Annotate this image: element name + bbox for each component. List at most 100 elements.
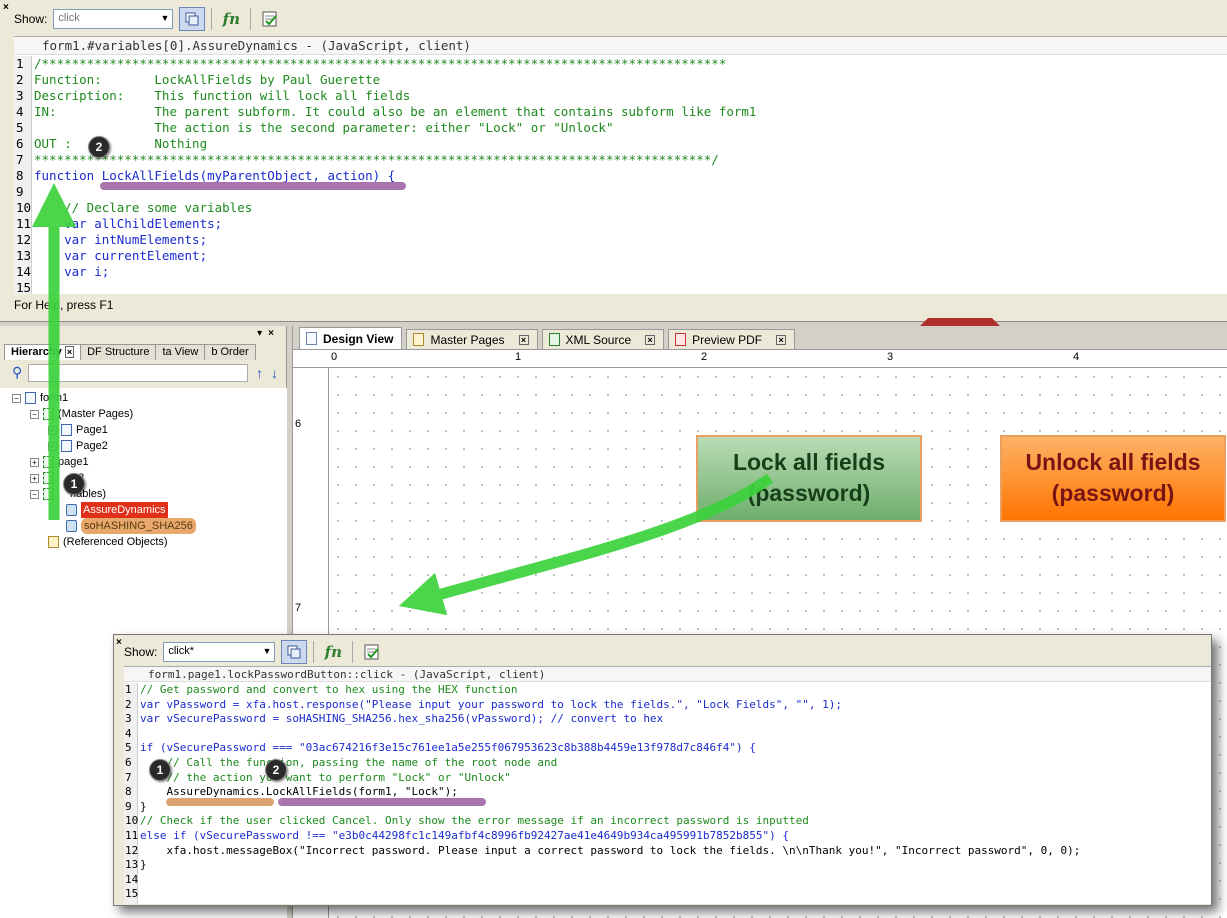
check-script-icon — [364, 644, 380, 660]
tab-pdf-structure[interactable]: DF Structure — [80, 344, 157, 360]
code-line: 13 var currentElement; — [14, 248, 207, 264]
lock-button-line1: Lock all fields — [732, 449, 886, 475]
code-line: 11 var allChildElements; — [14, 216, 222, 232]
top-code-area[interactable]: form1.#variables[0].AssureDynamics - (Ja… — [14, 36, 1227, 296]
code-line: 15 — [14, 280, 34, 296]
code-line: 14 var i; — [14, 264, 109, 280]
line-number: 3 — [16, 88, 24, 103]
expand-icon[interactable]: + — [30, 473, 39, 483]
tab-master-pages[interactable]: Master Pages × — [406, 329, 538, 349]
tree-node-label: (Referenced Objects) — [63, 536, 168, 548]
unlock-password-button[interactable]: Unlock all fields (password) — [1000, 435, 1226, 522]
tab-xml-source[interactable]: XML Source × — [541, 329, 665, 349]
collapse-icon[interactable]: − — [30, 409, 39, 419]
tab-hierarchy[interactable]: Hierarchy × — [4, 344, 82, 360]
line-number: 13 — [16, 248, 32, 263]
line-number: 10 — [16, 200, 32, 215]
tree-node-form1[interactable]: − form1 — [12, 390, 68, 406]
toolbar-separator — [313, 641, 315, 663]
code-line: 1 // Get password and convert to hex usin… — [124, 683, 518, 698]
code-text: /***************************************… — [34, 56, 727, 71]
close-icon[interactable]: × — [518, 334, 529, 345]
functions-button[interactable]: fn — [218, 7, 244, 31]
code-text: var vPassword = xfa.host.response("Pleas… — [140, 697, 842, 711]
line-number: 8 — [16, 168, 24, 183]
referenced-objects-icon — [48, 536, 59, 548]
code-text: var intNumElements; — [34, 232, 208, 247]
code-text: var vSecurePassword = soHASHING_SHA256.h… — [140, 712, 664, 726]
close-icon[interactable]: × — [3, 2, 9, 13]
close-icon[interactable]: × — [64, 346, 75, 358]
multi-event-button[interactable] — [179, 7, 206, 31]
check-syntax-button[interactable] — [359, 640, 385, 664]
multi-event-button[interactable] — [281, 640, 308, 664]
code-text: } — [140, 799, 147, 813]
top-editor-toolbar: Show: click ▼ fn — [14, 6, 283, 32]
panel-close-icon[interactable]: ▾× — [257, 328, 280, 339]
lock-password-button[interactable]: Lock all fields (password) — [696, 435, 922, 522]
code-text: Function: LockAllFields by Paul Guerette — [34, 72, 381, 87]
show-event-select[interactable]: click ▼ — [53, 9, 174, 29]
arrow-up-icon[interactable]: ↑ — [256, 365, 263, 381]
splitter-handle[interactable] — [920, 318, 1000, 326]
tree-node-referenced-objects[interactable]: (Referenced Objects) — [48, 534, 168, 550]
unlock-button-line1: Unlock all fields — [1025, 449, 1201, 475]
top-script-editor: × Show: click ▼ fn form1.#variables[0].A… — [0, 0, 1227, 322]
page-icon — [61, 440, 72, 452]
search-input[interactable] — [28, 364, 248, 382]
code-line: 4 IN: The parent subform. It could also b… — [14, 104, 756, 120]
show-label: Show: — [14, 12, 48, 26]
tab-data-view[interactable]: ta View — [155, 344, 206, 360]
code-text: // the action you want to perform "Lock"… — [140, 770, 511, 784]
collapse-icon[interactable]: − — [12, 393, 21, 403]
tree-node-sohashing[interactable]: soHASHING_SHA256 — [66, 518, 196, 534]
tab-tab-order[interactable]: b Order — [204, 344, 256, 360]
tree-node-page1-master[interactable]: + Page1 — [48, 422, 108, 438]
close-icon[interactable]: × — [116, 637, 122, 648]
tab-label: XML Source — [565, 332, 632, 347]
code-text: var currentElement; — [34, 248, 208, 263]
tab-design-view[interactable]: Design View — [299, 327, 403, 349]
arrow-down-icon[interactable]: ↓ — [271, 365, 278, 381]
tab-preview-pdf[interactable]: Preview PDF × — [668, 329, 796, 349]
script-object-icon — [66, 504, 77, 516]
code-text: var i; — [34, 264, 110, 279]
collapse-icon[interactable]: − — [30, 489, 39, 499]
check-script-icon — [262, 11, 278, 27]
code-line: 3 var vSecurePassword = soHASHING_SHA256.… — [124, 712, 663, 727]
show-event-select[interactable]: click* ▼ — [163, 642, 276, 662]
form-icon — [25, 392, 36, 404]
ruler-label: 1 — [515, 351, 522, 363]
code-text: xfa.host.messageBox("Incorrect password.… — [140, 843, 1081, 857]
line-number: 11 — [16, 216, 32, 231]
code-line: 13} — [124, 858, 147, 873]
expand-icon[interactable]: + — [30, 457, 39, 467]
expand-icon[interactable]: + — [48, 425, 57, 435]
expand-icon[interactable]: + — [48, 441, 57, 451]
functions-button[interactable]: fn — [320, 640, 346, 664]
events-icon — [287, 645, 301, 659]
line-number: 5 — [16, 120, 24, 135]
tree-node-page2-master[interactable]: + Page2 — [48, 438, 108, 454]
tree-node-page1[interactable]: + page1 — [30, 454, 89, 470]
status-bar-text: For Help, press F1 — [14, 298, 114, 312]
tree-node-label: form1 — [40, 392, 69, 404]
ruler-label: 6 — [295, 418, 302, 430]
check-syntax-button[interactable] — [257, 7, 283, 31]
bottom-code-area[interactable]: form1.page1.lockPasswordButton::click - … — [124, 666, 1211, 904]
xml-icon — [548, 333, 560, 346]
code-text: IN: The parent subform. It could also be… — [34, 104, 757, 119]
tree-node-label: Page1 — [76, 424, 108, 436]
line-number: 6 — [16, 136, 24, 151]
ruler-label: 4 — [1073, 351, 1080, 363]
tree-node-master-pages[interactable]: − (Master Pages) — [30, 406, 133, 422]
close-icon[interactable]: × — [645, 334, 656, 345]
search-icon[interactable]: ⚲ — [12, 364, 22, 381]
code-line: 10 // Declare some variables — [14, 200, 252, 216]
code-text: var allChildElements; — [34, 216, 223, 231]
close-icon[interactable]: × — [776, 334, 787, 345]
code-text: function LockAllFields(myParentObject, a… — [34, 168, 396, 183]
variables-icon — [43, 488, 54, 500]
tree-node-assuredynamics[interactable]: AssureDynamics — [66, 502, 168, 518]
